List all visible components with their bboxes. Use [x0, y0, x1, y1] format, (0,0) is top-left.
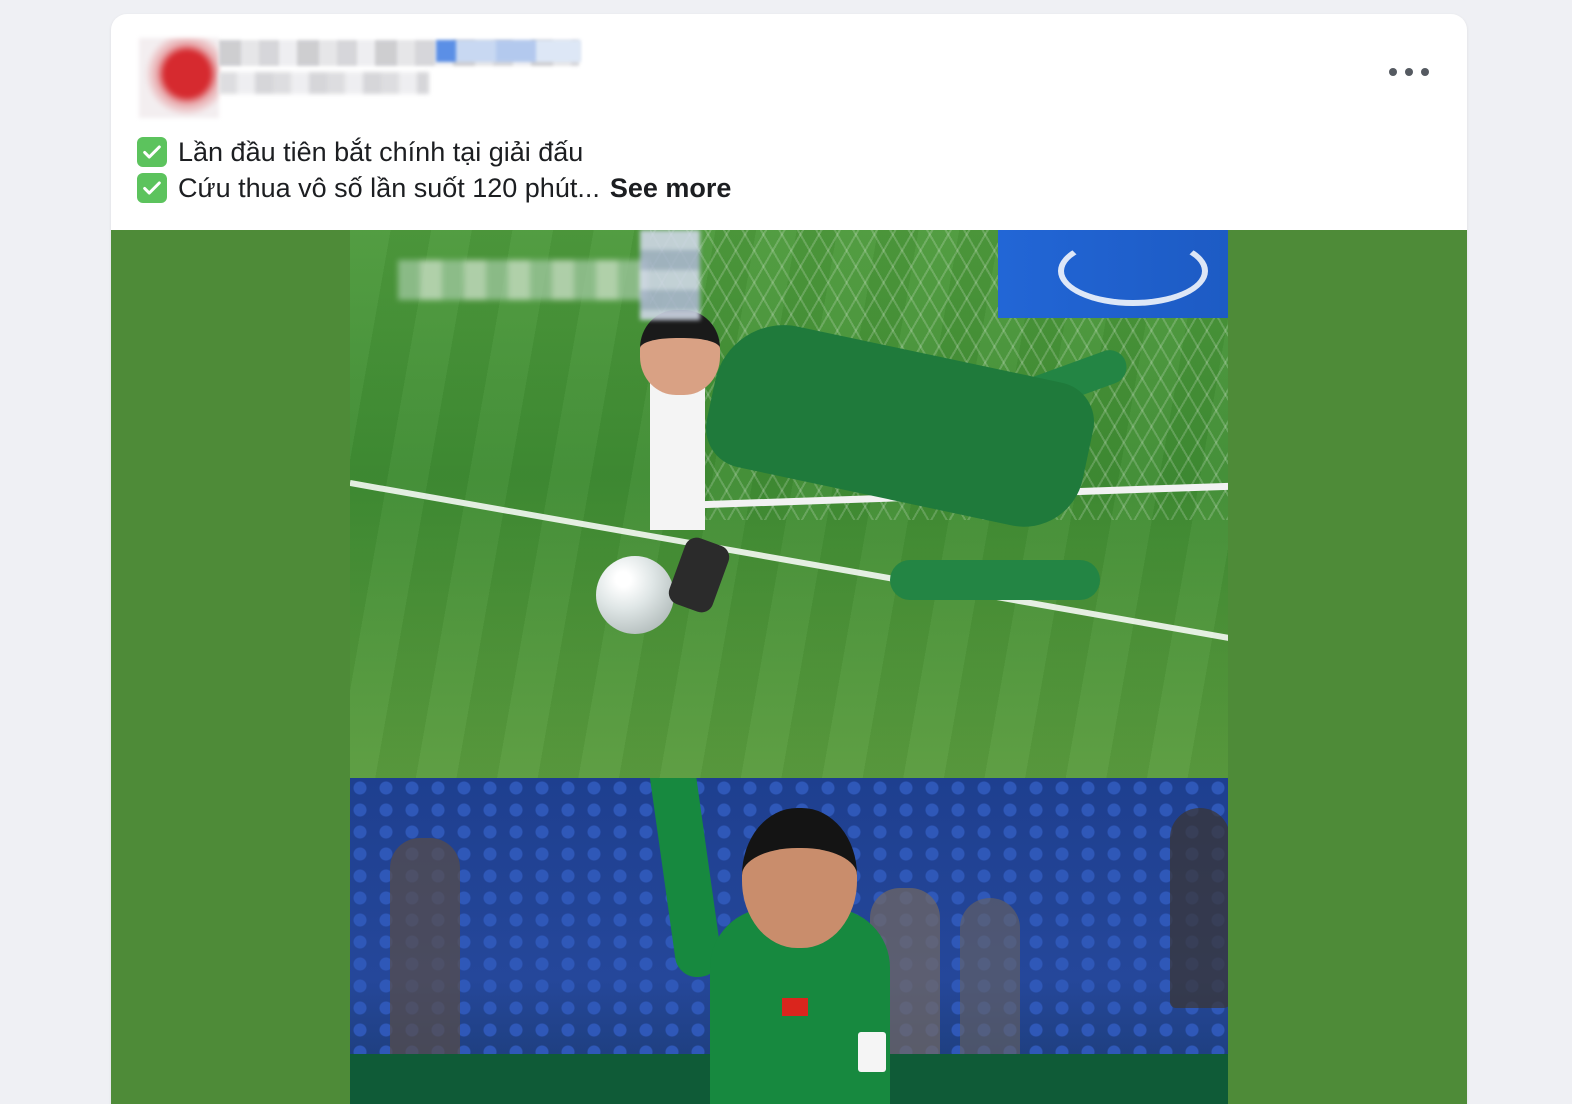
post-media[interactable]: [111, 230, 1467, 1104]
avatar[interactable]: [139, 38, 219, 118]
football: [596, 556, 674, 634]
check-mark-icon: [137, 173, 167, 203]
post-text-line-content: Lần đầu tiên bắt chính tại giải đấu: [178, 137, 584, 167]
post-text: Lần đầu tiên bắt chính tại giải đấu Cứu …: [137, 134, 731, 206]
vietnam-flag-icon: [782, 998, 808, 1016]
more-options-button[interactable]: [1389, 62, 1429, 82]
check-mark-icon: [137, 137, 167, 167]
keeper-head: [640, 310, 720, 395]
goalkeeper-raising-arm-photo[interactable]: [350, 778, 1228, 1104]
watermark-blurred: [398, 260, 648, 300]
afc-badge-icon: [858, 1032, 886, 1072]
post-text-line-content: Cứu thua vô số lần suốt 120 phút...: [178, 173, 600, 203]
more-dot-icon: [1421, 68, 1429, 76]
watermark-blurred: [640, 230, 700, 320]
goalkeeper-diving-save-photo[interactable]: [350, 230, 1228, 778]
keeper-leg: [890, 560, 1100, 600]
sponsor-logo: [1058, 236, 1208, 306]
post-header: [111, 14, 1467, 124]
spectator: [1170, 808, 1228, 1008]
post-card: Lần đầu tiên bắt chính tại giải đấu Cứu …: [111, 14, 1467, 1104]
spectator: [390, 838, 460, 1068]
more-dot-icon: [1405, 68, 1413, 76]
keeper-head: [742, 808, 857, 948]
more-dot-icon: [1389, 68, 1397, 76]
ad-board: [998, 230, 1228, 318]
keeper-glove: [665, 534, 733, 616]
post-text-line: Cứu thua vô số lần suốt 120 phút... See …: [137, 170, 731, 206]
post-text-line: Lần đầu tiên bắt chính tại giải đấu: [137, 134, 731, 170]
post-meta-blurred: [219, 72, 429, 94]
see-more-link[interactable]: See more: [610, 170, 732, 206]
author-link-blurred[interactable]: [436, 40, 581, 62]
